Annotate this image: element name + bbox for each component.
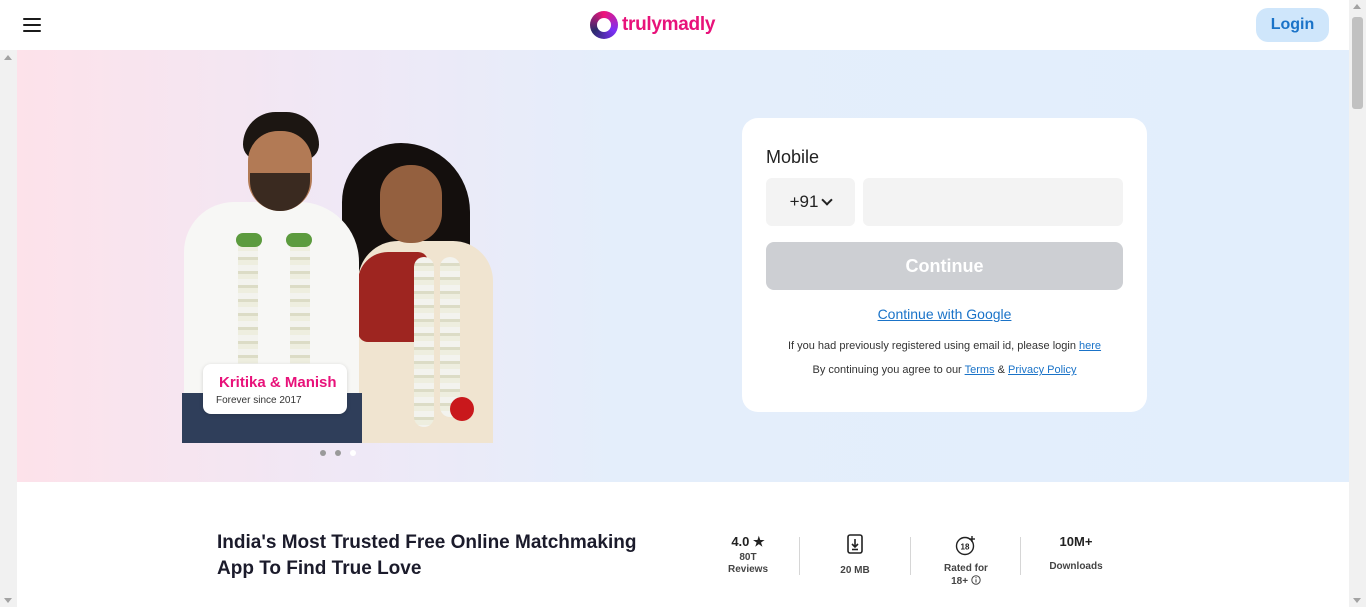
couple-photo: Kritika & Manish Forever since 2017 xyxy=(182,107,493,443)
scroll-down-arrow-icon[interactable] xyxy=(1353,598,1361,603)
carousel-dots xyxy=(320,450,356,456)
info-icon[interactable] xyxy=(971,575,981,585)
svg-text:18: 18 xyxy=(961,543,970,552)
phone-number-input[interactable] xyxy=(863,178,1123,226)
download-file-icon xyxy=(847,534,863,554)
continue-with-google-link[interactable]: Continue with Google xyxy=(742,306,1147,322)
terms-note: By continuing you agree to our Terms & P… xyxy=(812,364,1077,376)
email-login-note: If you had previously registered using e… xyxy=(787,340,1102,352)
star-icon: ★ xyxy=(753,534,765,549)
logo-mark-icon xyxy=(590,11,618,39)
scroll-up-arrow-icon[interactable] xyxy=(1353,4,1361,9)
age-rating-stat: 18 Rated for 18+ xyxy=(911,534,1021,588)
rating-stat: 4.0 ★ 80T Reviews xyxy=(727,534,769,575)
carousel-dot[interactable] xyxy=(320,450,326,456)
chevron-down-icon xyxy=(821,194,834,206)
terms-link[interactable]: Terms xyxy=(965,364,995,376)
couple-caption: Kritika & Manish Forever since 2017 xyxy=(203,364,347,414)
size-stat: 20 MB xyxy=(800,534,910,577)
top-header: trulymadly Login xyxy=(0,0,1349,50)
couple-name: Kritika & Manish xyxy=(219,374,337,391)
logo-text: trulymadly xyxy=(622,14,716,35)
country-code-select[interactable]: +91 xyxy=(766,178,855,226)
page-scrollbar[interactable] xyxy=(1349,0,1366,607)
brand-logo[interactable]: trulymadly xyxy=(590,9,715,41)
login-card: Mobile +91 Continue Continue with Google… xyxy=(742,118,1147,412)
couple-since: Forever since 2017 xyxy=(216,395,302,406)
age-18-plus-icon: 18 xyxy=(955,536,975,556)
downloads-stat: 10M+ Downloads xyxy=(1049,534,1103,572)
continue-button[interactable]: Continue xyxy=(766,242,1123,290)
mobile-label: Mobile xyxy=(766,147,820,167)
inner-scrollbar[interactable] xyxy=(0,50,17,607)
inner-scroll-down-icon[interactable] xyxy=(4,598,12,603)
carousel-dot-active[interactable] xyxy=(350,450,356,456)
carousel-dot[interactable] xyxy=(335,450,341,456)
inner-scroll-up-icon[interactable] xyxy=(4,55,12,60)
info-section: India's Most Trusted Free Online Matchma… xyxy=(17,482,1349,607)
country-code-value: +91 xyxy=(789,192,819,211)
privacy-policy-link[interactable]: Privacy Policy xyxy=(1008,364,1076,376)
hero-section: Kritika & Manish Forever since 2017 Mobi… xyxy=(17,50,1349,482)
login-here-link[interactable]: here xyxy=(1079,340,1101,352)
tagline-heading: India's Most Trusted Free Online Matchma… xyxy=(217,532,637,579)
scroll-thumb[interactable] xyxy=(1352,17,1363,109)
hamburger-menu-icon[interactable] xyxy=(23,17,41,33)
login-button[interactable]: Login xyxy=(1256,8,1329,42)
